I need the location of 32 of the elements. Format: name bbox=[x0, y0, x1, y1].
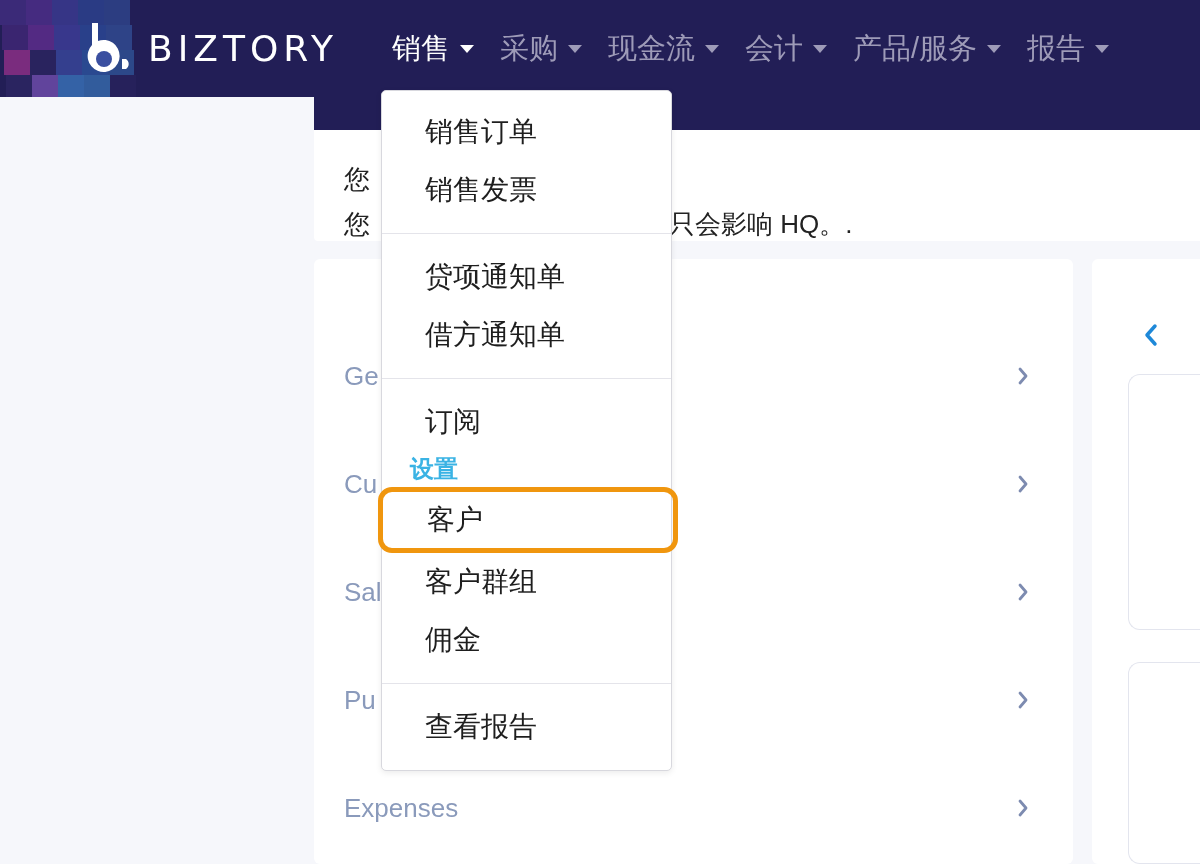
chevron-left-icon[interactable] bbox=[1144, 323, 1158, 347]
caret-icon[interactable] bbox=[705, 44, 719, 53]
chevron-right-icon[interactable] bbox=[1017, 798, 1029, 818]
chevron-right-icon[interactable] bbox=[1017, 366, 1029, 386]
menu-item[interactable]: 销售发票 bbox=[382, 161, 671, 219]
menu-item[interactable]: 借方通知单 bbox=[382, 306, 671, 364]
brand-name: BIZTORY bbox=[148, 28, 338, 69]
menu-item[interactable]: 查看报告 bbox=[382, 698, 671, 756]
nav-menu-item[interactable]: 会计 bbox=[745, 28, 827, 69]
caret-icon[interactable] bbox=[1095, 44, 1110, 53]
menu-item[interactable]: 客户群组 bbox=[382, 553, 671, 611]
nav-menu-item[interactable]: 报告 bbox=[1027, 28, 1110, 69]
notice-text: 您 bbox=[344, 163, 370, 197]
chevron-right-icon[interactable] bbox=[1017, 690, 1029, 710]
nav-menu-item[interactable]: 销售 bbox=[392, 28, 474, 69]
notice-text: 只会影响 HQ。. bbox=[669, 208, 853, 242]
chevron-right-icon[interactable] bbox=[1017, 474, 1029, 494]
menu-item[interactable]: 销售订单 bbox=[382, 103, 671, 161]
caret-icon[interactable] bbox=[460, 44, 474, 53]
caret-icon[interactable] bbox=[813, 44, 827, 53]
nav-menu-item[interactable]: 采购 bbox=[500, 28, 582, 69]
menu-item[interactable]: 贷项通知单 bbox=[382, 248, 671, 306]
caret-icon[interactable] bbox=[987, 44, 1002, 53]
caret-icon[interactable] bbox=[568, 44, 582, 53]
chevron-right-icon[interactable] bbox=[1017, 582, 1029, 602]
menu-item[interactable]: 客户 bbox=[378, 487, 678, 553]
nav-menu-item[interactable]: 产品/服务 bbox=[853, 28, 1002, 69]
menu-item[interactable]: 佣金 bbox=[382, 611, 671, 669]
menu-item[interactable]: 订阅 bbox=[382, 393, 671, 451]
menu-section-heading: 设置 bbox=[408, 454, 459, 484]
notice-text: 您 bbox=[344, 208, 370, 242]
nav-menu-item[interactable]: 现金流 bbox=[608, 28, 719, 69]
